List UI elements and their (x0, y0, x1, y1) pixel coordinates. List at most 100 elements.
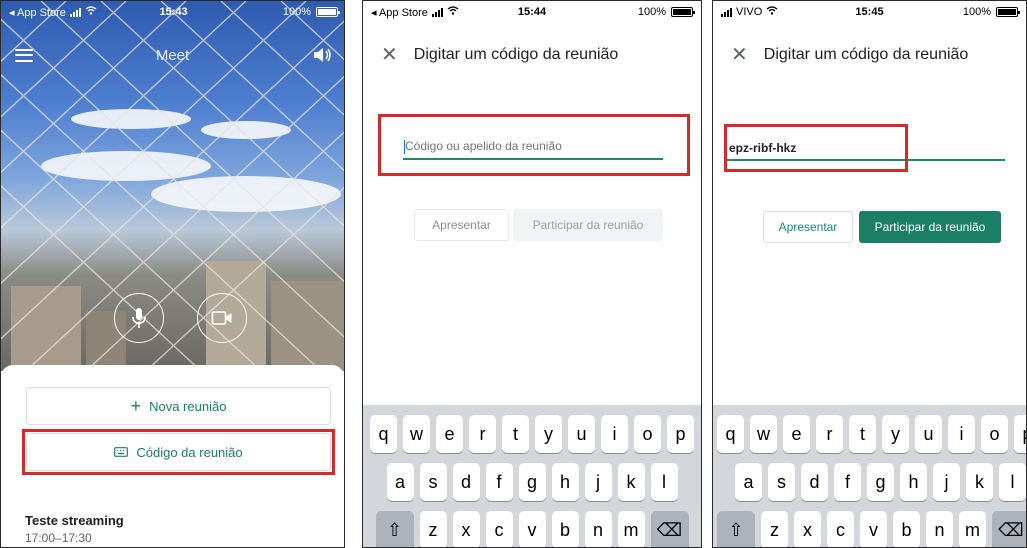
keyboard-row: ⇧ z x c v b n m ⌫ (363, 511, 701, 547)
key-m[interactable]: m (959, 511, 986, 547)
mic-toggle-button[interactable] (114, 293, 164, 343)
close-icon[interactable]: ✕ (731, 45, 748, 65)
key-c[interactable]: c (485, 511, 513, 547)
bottom-sheet: + Nova reunião Código da reunião Teste s… (1, 365, 344, 547)
key-h[interactable]: h (900, 463, 927, 501)
keyboard-icon (114, 447, 129, 457)
key-d[interactable]: d (801, 463, 828, 501)
key-h[interactable]: h (551, 463, 579, 501)
key-k[interactable]: k (617, 463, 645, 501)
key-s[interactable]: s (768, 463, 795, 501)
key-e[interactable]: e (783, 415, 810, 453)
key-v[interactable]: v (860, 511, 887, 547)
key-l[interactable]: l (999, 463, 1026, 501)
keyboard-row: asdfghjkl (363, 463, 701, 501)
new-meeting-label: Nova reunião (149, 398, 227, 414)
key-d[interactable]: d (452, 463, 480, 501)
key-y[interactable]: y (882, 415, 909, 453)
key-u[interactable]: u (568, 415, 595, 453)
enter-code-screen-filled: VIVO 15:45 100% ✕ Digitar um código da r… (712, 0, 1027, 548)
mic-icon (132, 308, 146, 328)
app-title: Meet (155, 46, 190, 64)
new-meeting-button[interactable]: + Nova reunião (26, 387, 331, 425)
key-p[interactable]: p (667, 415, 694, 453)
key-c[interactable]: c (827, 511, 854, 547)
text-cursor (404, 140, 405, 154)
key-m[interactable]: m (617, 511, 645, 547)
carrier-label: ◂ App Store (9, 6, 66, 19)
key-p[interactable]: p (1014, 415, 1026, 453)
key-n[interactable]: n (584, 511, 612, 547)
video-toggle-button[interactable] (197, 293, 247, 343)
key-j[interactable]: j (584, 463, 612, 501)
meeting-code-button[interactable]: Código da reunião (26, 433, 331, 471)
key-i[interactable]: i (948, 415, 975, 453)
battery-percent: 100% (962, 6, 991, 18)
join-meeting-button[interactable]: Participar da reunião (859, 211, 1001, 243)
onscreen-keyboard: qwertyuiop asdfghjkl ⇧zxcvbnm⌫ (363, 405, 701, 547)
key-j[interactable]: j (933, 463, 960, 501)
speaker-icon[interactable] (312, 46, 332, 64)
key-k[interactable]: k (966, 463, 993, 501)
key-g[interactable]: g (867, 463, 894, 501)
key-g[interactable]: g (518, 463, 546, 501)
battery-icon (670, 7, 695, 17)
key-w[interactable]: w (750, 415, 777, 453)
key-r[interactable]: r (816, 415, 843, 453)
keyboard-row: qwertyuiop (363, 415, 701, 453)
close-icon[interactable]: ✕ (381, 45, 398, 65)
join-meeting-label: Participar da reunião (532, 218, 644, 232)
clock: 15:44 (517, 6, 547, 18)
key-b[interactable]: b (893, 511, 920, 547)
key-n[interactable]: n (926, 511, 953, 547)
plus-icon: + (130, 396, 142, 416)
key-u[interactable]: u (915, 415, 942, 453)
key-r[interactable]: r (469, 415, 496, 453)
event-time: 17:00–17:30 (25, 531, 92, 545)
meeting-code-input[interactable] (405, 138, 660, 158)
present-button[interactable]: Apresentar (414, 209, 509, 241)
key-f[interactable]: f (485, 463, 513, 501)
key-q[interactable]: q (370, 415, 397, 453)
onscreen-keyboard: qwertyuiop asdfghjkl ⇧zxcvbnm⌫ (713, 405, 1026, 547)
key-z[interactable]: z (761, 511, 788, 547)
backspace-key[interactable]: ⌫ (992, 511, 1026, 547)
key-x[interactable]: x (452, 511, 480, 547)
key-q[interactable]: q (717, 415, 744, 453)
battery-fill (672, 9, 691, 15)
backspace-key[interactable]: ⌫ (650, 511, 689, 547)
key-x[interactable]: x (794, 511, 821, 547)
input-underline (725, 159, 1005, 161)
key-a[interactable]: a (386, 463, 414, 501)
page-title: Digitar um código da reunião (763, 46, 969, 63)
key-a[interactable]: a (735, 463, 762, 501)
carrier-label: VIVO (736, 6, 763, 18)
join-meeting-button[interactable]: Participar da reunião (513, 209, 663, 241)
calendar-event[interactable]: Teste streaming 17:00–17:30 (25, 513, 124, 545)
key-o[interactable]: o (981, 415, 1008, 453)
key-w[interactable]: w (403, 415, 430, 453)
key-b[interactable]: b (551, 511, 579, 547)
present-button[interactable]: Apresentar (763, 211, 853, 243)
join-meeting-label: Participar da reunião (874, 220, 986, 234)
key-y[interactable]: y (535, 415, 562, 453)
key-i[interactable]: i (601, 415, 628, 453)
wifi-icon (85, 6, 97, 18)
battery-fill (318, 9, 337, 15)
key-f[interactable]: f (834, 463, 861, 501)
meeting-code-input[interactable] (729, 140, 999, 160)
hamburger-icon[interactable] (15, 48, 33, 62)
shift-key[interactable]: ⇧ (717, 511, 755, 547)
key-t[interactable]: t (502, 415, 529, 453)
key-e[interactable]: e (436, 415, 463, 453)
clock: 15:43 (159, 6, 188, 18)
key-z[interactable]: z (419, 511, 447, 547)
input-underline (403, 158, 663, 160)
shift-key[interactable]: ⇧ (375, 511, 414, 547)
key-t[interactable]: t (849, 415, 876, 453)
key-v[interactable]: v (518, 511, 546, 547)
key-o[interactable]: o (634, 415, 661, 453)
meet-home-screen: ◂ App Store 15:43 100% Meet + Nova reuni… (0, 0, 345, 548)
key-l[interactable]: l (650, 463, 678, 501)
key-s[interactable]: s (419, 463, 447, 501)
